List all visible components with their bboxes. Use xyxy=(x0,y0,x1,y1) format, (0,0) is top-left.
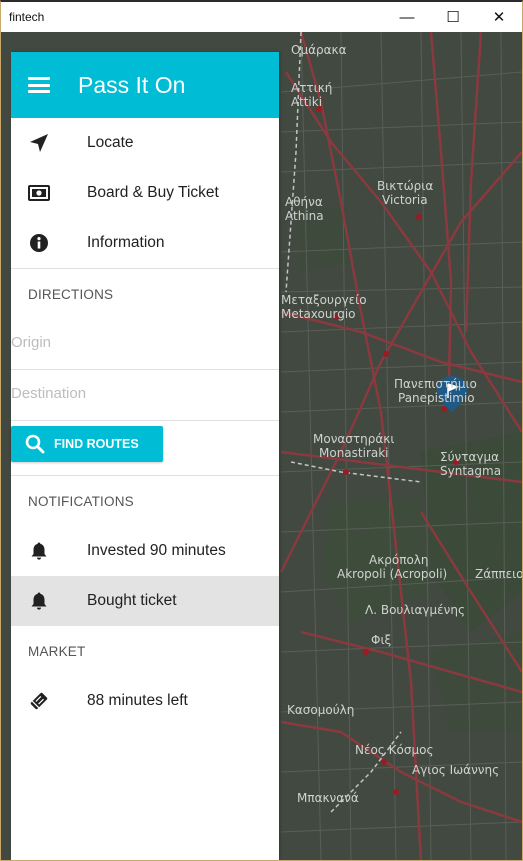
maximize-icon: ☐ xyxy=(446,9,460,26)
map-label: Ζάππειο xyxy=(475,567,522,581)
map-label: Μεταξουργείο xyxy=(281,293,367,307)
map-label: Κασομούλη xyxy=(287,703,354,717)
notification-label: Bought ticket xyxy=(87,592,177,609)
minimize-icon: — xyxy=(399,8,415,26)
map-label: Αττική xyxy=(291,81,332,95)
search-icon xyxy=(24,433,46,455)
maximize-button[interactable]: ☐ xyxy=(430,2,476,32)
destination-input[interactable] xyxy=(11,385,271,402)
bell-icon xyxy=(27,526,51,576)
navigation-drawer: Pass It On Locate Board & Buy Ticket Inf… xyxy=(11,52,279,860)
map-label: Ομάρακα xyxy=(291,43,347,57)
map-label: Μπακνανά xyxy=(297,791,359,805)
close-button[interactable]: ✕ xyxy=(476,2,522,32)
find-routes-label: FIND ROUTES xyxy=(54,437,139,451)
map-label: Μοναστηράκι xyxy=(313,432,394,446)
map-label: Ακρόπολη xyxy=(369,553,429,567)
section-header-market: MARKET xyxy=(28,643,86,659)
origin-field[interactable] xyxy=(11,319,279,370)
nav-label: Information xyxy=(87,234,165,251)
map-label: Panepistimio xyxy=(398,391,475,405)
nav-label: Locate xyxy=(87,134,134,151)
map-label: Πανεπιστήμιο xyxy=(394,377,477,391)
nav-item-board-buy-ticket[interactable]: Board & Buy Ticket xyxy=(11,168,279,218)
notification-item-invested[interactable]: Invested 90 minutes xyxy=(11,526,279,576)
map-label: Athina xyxy=(285,209,324,223)
title-bar[interactable]: fintech — ☐ ✕ xyxy=(1,2,522,32)
market-item-minutes-left[interactable]: 88 minutes left xyxy=(11,676,279,726)
map-label: Φιξ xyxy=(371,633,391,647)
map-label: Αθήνα xyxy=(285,195,323,209)
market-label: 88 minutes left xyxy=(87,692,188,709)
map-label: Monastiraki xyxy=(319,446,389,460)
window-title: fintech xyxy=(9,10,45,24)
notification-item-bought-ticket[interactable]: Bought ticket xyxy=(11,576,279,626)
map-label: Syntagma xyxy=(440,464,501,478)
find-routes-row: FIND ROUTES xyxy=(11,421,279,475)
section-header-directions: DIRECTIONS xyxy=(28,286,114,302)
minimize-button[interactable]: — xyxy=(384,2,430,32)
map-label: Σύνταγμα xyxy=(440,450,499,464)
map-label: Attiki xyxy=(291,95,322,109)
drawer-header: Pass It On xyxy=(11,52,279,118)
info-icon xyxy=(27,218,51,268)
nav-item-information[interactable]: Information xyxy=(11,218,279,268)
nav-label: Board & Buy Ticket xyxy=(87,184,219,201)
tag-icon xyxy=(27,676,51,726)
ticket-money-icon xyxy=(27,168,51,218)
hamburger-menu-icon[interactable] xyxy=(28,77,50,93)
map-label: Metaxourgio xyxy=(281,307,356,321)
map-label: Victoria xyxy=(382,193,428,207)
origin-input[interactable] xyxy=(11,334,271,351)
app-title: Pass It On xyxy=(78,71,186,98)
map-label: Akropoli (Acropoli) xyxy=(337,567,447,581)
map-label: Βικτώρια xyxy=(377,179,433,193)
map-label: Αγιος Ιωάννης xyxy=(412,763,499,777)
nav-item-locate[interactable]: Locate xyxy=(11,118,279,168)
section-header-notifications: NOTIFICATIONS xyxy=(28,493,134,509)
bell-icon xyxy=(27,576,51,626)
notification-label: Invested 90 minutes xyxy=(87,542,226,559)
map-label: Λ. Βουλιαγμένης xyxy=(365,603,465,617)
destination-field[interactable] xyxy=(11,370,279,421)
app-window: fintech — ☐ ✕ Ομάρακα Αττική Attiki Βικτ… xyxy=(0,0,523,861)
map-label: Νέος Κόσμος xyxy=(355,743,434,757)
navigation-arrow-icon xyxy=(27,118,51,168)
close-icon: ✕ xyxy=(492,9,506,26)
find-routes-button[interactable]: FIND ROUTES xyxy=(11,426,163,462)
